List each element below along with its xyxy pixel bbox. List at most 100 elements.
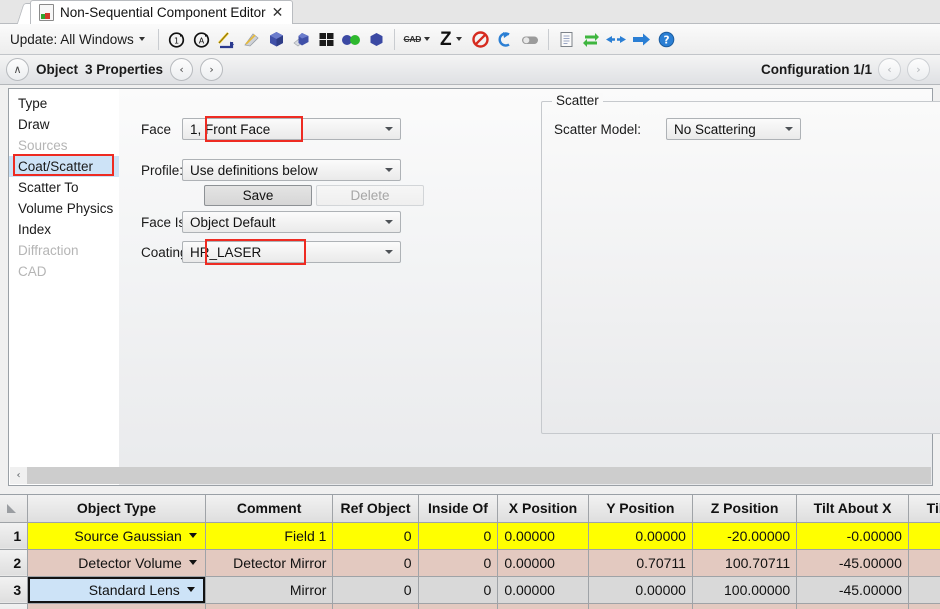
cell-tilt-about-x[interactable]: -45.00000 [797,549,909,576]
cell-x-position[interactable] [498,603,588,609]
blue-arrow-icon[interactable] [629,27,654,52]
previous-object-button[interactable]: ‹ [170,58,193,81]
cell-comment[interactable]: Field 1 [205,522,333,549]
cell-tilt-about-x[interactable] [797,603,909,609]
cell-y-position[interactable] [588,603,692,609]
table-row[interactable] [0,603,940,609]
cell-y-position[interactable]: 0.00000 [588,522,692,549]
row-number[interactable]: 1 [0,522,28,549]
object-type-selected-editor[interactable]: Standard Lens [28,577,205,603]
cell-object-type[interactable]: Detector Volume [28,549,206,576]
sidebar-item-index[interactable]: Index [9,219,119,240]
cell-object-type[interactable] [28,603,206,609]
update-dropdown[interactable]: Update: All Windows [0,27,153,51]
column-header-ref-object[interactable]: Ref Object [333,495,418,522]
swap-arrows-icon[interactable] [579,27,604,52]
cell-ref-object[interactable]: 0 [333,522,418,549]
coating-select[interactable]: HR_LASER [182,241,401,263]
column-header-tilt-about-x[interactable]: Tilt About X [797,495,909,522]
cell-ref-object[interactable] [333,603,418,609]
undo-arrow-icon[interactable] [493,27,518,52]
no-entry-icon[interactable] [468,27,493,52]
notes-icon[interactable] [554,27,579,52]
collapse-arrows-icon[interactable] [604,27,629,52]
component-editor-grid[interactable]: Object Type Comment Ref Object Inside Of… [0,494,940,609]
update-single-icon[interactable]: 1 [164,27,189,52]
sidebar-item-scatter-to[interactable]: Scatter To [9,177,119,198]
cell-object-type[interactable]: Standard Lens [28,576,206,603]
object-viewer-icon[interactable] [289,27,314,52]
previous-configuration-button[interactable]: ‹ [878,58,901,81]
chevron-down-icon[interactable] [189,560,197,565]
properties-horizontal-scrollbar[interactable]: ‹ [10,467,931,484]
cell-ref-object[interactable]: 0 [333,549,418,576]
cell-y-position[interactable]: 0.70711 [588,549,692,576]
cell-ref-object[interactable]: 0 [333,576,418,603]
cell-z-position[interactable]: -20.00000 [692,522,796,549]
cell-inside-of[interactable]: 0 [418,549,498,576]
shaded-cone-icon[interactable] [239,27,264,52]
column-header-inside-of[interactable]: Inside Of [418,495,498,522]
sidebar-item-volume-physics[interactable]: Volume Physics [9,198,119,219]
polygon-object-icon[interactable] [364,27,389,52]
cell-inside-of[interactable] [418,603,498,609]
table-row[interactable]: 1 Source Gaussian Field 1 0 0 0.00000 0.… [0,522,940,549]
row-number[interactable]: 2 [0,549,28,576]
sidebar-item-draw[interactable]: Draw [9,114,119,135]
cell-inside-of[interactable]: 0 [418,576,498,603]
column-header-object-type[interactable]: Object Type [28,495,206,522]
save-button[interactable]: Save [204,185,312,206]
collapse-panel-button[interactable]: ∧ [6,58,29,81]
two-dots-icon[interactable] [339,27,364,52]
profile-select[interactable]: Use definitions below [182,159,401,181]
cell-z-position[interactable] [692,603,796,609]
cell-comment[interactable]: Mirror [205,576,333,603]
cell-tilt-about-y[interactable]: 0.00000 [908,549,940,576]
row-number[interactable] [0,603,28,609]
scroll-track[interactable] [27,467,931,484]
cad-menu-icon[interactable]: CAD [400,27,434,52]
row-number[interactable]: 3 [0,576,28,603]
table-row[interactable]: 3 Standard Lens Mirror 0 0 0.00000 0.000… [0,576,940,603]
tab-non-sequential-component-editor[interactable]: Non-Sequential Component Editor ✕ [30,0,293,24]
column-header-x-position[interactable]: X Position [498,495,588,522]
cell-inside-of[interactable]: 0 [418,522,498,549]
cell-z-position[interactable]: 100.70711 [692,549,796,576]
solid-model-icon[interactable] [264,27,289,52]
close-icon[interactable]: ✕ [272,6,284,20]
toggle-switch-icon[interactable] [518,27,543,52]
scatter-model-select[interactable]: No Scattering [666,118,801,140]
column-header-z-position[interactable]: Z Position [692,495,796,522]
next-configuration-button[interactable]: › [907,58,930,81]
cell-tilt-about-x[interactable]: -45.00000 [797,576,909,603]
sidebar-item-type[interactable]: Type [9,93,119,114]
grid-corner-cell[interactable] [0,495,28,522]
face-select[interactable]: 1, Front Face [182,118,401,140]
cell-z-position[interactable]: 100.00000 [692,576,796,603]
cell-x-position[interactable]: 0.00000 [498,549,588,576]
table-row[interactable]: 2 Detector Volume Detector Mirror 0 0 0.… [0,549,940,576]
face-is-select[interactable]: Object Default [182,211,401,233]
cell-x-position[interactable]: 0.00000 [498,576,588,603]
tiled-windows-icon[interactable] [314,27,339,52]
column-header-y-position[interactable]: Y Position [588,495,692,522]
cell-tilt-about-x[interactable]: -0.00000 [797,522,909,549]
cell-tilt-about-y[interactable] [908,603,940,609]
chevron-down-icon[interactable] [187,587,195,592]
scroll-left-icon[interactable]: ‹ [10,467,27,484]
cell-object-type[interactable]: Source Gaussian [28,522,206,549]
cell-x-position[interactable]: 0.00000 [498,522,588,549]
zoom-menu-icon[interactable]: Z [434,27,468,52]
help-icon[interactable]: ? [654,27,679,52]
update-all-icon[interactable]: A [189,27,214,52]
column-header-comment[interactable]: Comment [205,495,333,522]
cell-tilt-about-y[interactable]: 0.00000 [908,576,940,603]
cell-y-position[interactable]: 0.00000 [588,576,692,603]
chevron-down-icon[interactable] [189,533,197,538]
sidebar-item-coat-scatter[interactable]: Coat/Scatter [9,156,119,177]
cell-comment[interactable]: Detector Mirror [205,549,333,576]
cell-comment[interactable] [205,603,333,609]
cell-tilt-about-y[interactable]: 0.00000 [908,522,940,549]
next-object-button[interactable]: › [200,58,223,81]
edit-draw-icon[interactable] [214,27,239,52]
